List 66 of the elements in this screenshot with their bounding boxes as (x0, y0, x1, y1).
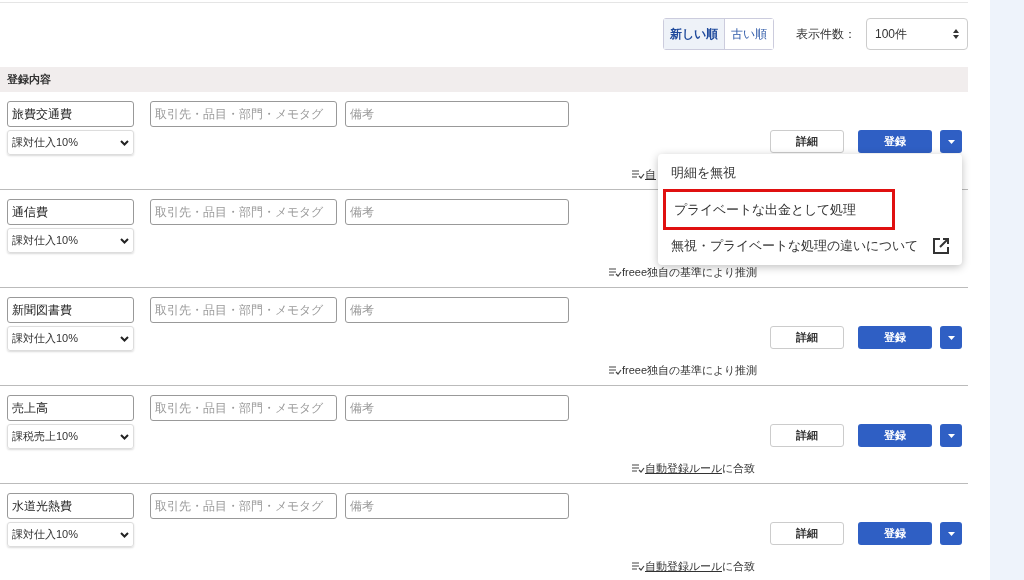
dropdown-toggle-button[interactable] (940, 130, 962, 153)
list-check-icon (632, 561, 645, 571)
memo-field[interactable]: 備考 (345, 199, 569, 225)
tax-value: 課対仕入10% (12, 331, 79, 347)
register-button[interactable]: 登録 (858, 522, 932, 545)
tax-select[interactable]: 課税売上10% (7, 424, 134, 449)
match-note: に合致 (722, 559, 755, 574)
match-note: に合致 (722, 461, 755, 476)
chevron-down-icon (120, 335, 129, 342)
rule-link[interactable]: 自動登録ルール (645, 558, 722, 575)
tax-select[interactable]: 課対仕入10% (7, 130, 134, 155)
tax-value: 課税売上10% (12, 429, 79, 445)
page-size-label: 表示件数： (796, 26, 856, 43)
register-button[interactable]: 登録 (858, 130, 932, 153)
dropdown-toggle-button[interactable] (940, 522, 962, 545)
chevron-down-icon (120, 531, 129, 538)
dropdown-toggle-button[interactable] (940, 326, 962, 349)
menu-item[interactable]: プライベートな出金として処理 (663, 189, 895, 230)
partner-field[interactable]: 取引先・品目・部門・メモタグ (150, 101, 337, 127)
updown-icon (953, 29, 959, 39)
tax-value: 課対仕入10% (12, 135, 79, 151)
caret-icon (947, 139, 955, 144)
memo-field[interactable]: 備考 (345, 101, 569, 127)
tax-value: 課対仕入10% (12, 527, 79, 543)
memo-field[interactable]: 備考 (345, 297, 569, 323)
caret-icon (947, 531, 955, 536)
tax-select[interactable]: 課対仕入10% (7, 326, 134, 351)
list-check-icon (608, 365, 622, 375)
category-field[interactable]: 通信費 (7, 199, 134, 225)
menu-item[interactable]: 明細を無視 (658, 157, 962, 189)
page-size-select[interactable]: 100件 (866, 18, 968, 50)
caret-icon (947, 335, 955, 340)
list-check-icon (608, 267, 622, 277)
chevron-down-icon (120, 139, 129, 146)
category-field[interactable]: 旅費交通費 (7, 101, 134, 127)
category-field[interactable]: 水道光熱費 (7, 493, 134, 519)
detail-button[interactable]: 詳細 (770, 424, 844, 447)
dropdown-toggle-button[interactable] (940, 424, 962, 447)
detail-button[interactable]: 詳細 (770, 326, 844, 349)
memo-field[interactable]: 備考 (345, 395, 569, 421)
list-check-icon (632, 463, 645, 473)
tax-select[interactable]: 課対仕入10% (7, 228, 134, 253)
tax-select[interactable]: 課対仕入10% (7, 522, 134, 547)
rule-link[interactable]: 自 (645, 166, 656, 183)
partner-field[interactable]: 取引先・品目・部門・メモタグ (150, 395, 337, 421)
memo-field[interactable]: 備考 (345, 493, 569, 519)
chevron-down-icon (120, 433, 129, 440)
tax-value: 課対仕入10% (12, 233, 79, 249)
detail-button[interactable]: 詳細 (770, 130, 844, 153)
partner-field[interactable]: 取引先・品目・部門・メモタグ (150, 199, 337, 225)
match-note: freee独自の基準により推測 (621, 265, 757, 280)
partner-field[interactable]: 取引先・品目・部門・メモタグ (150, 493, 337, 519)
sort-tab[interactable]: 新しい順 (664, 19, 725, 49)
category-field[interactable]: 売上高 (7, 395, 134, 421)
partner-field[interactable]: 取引先・品目・部門・メモタグ (150, 297, 337, 323)
category-field[interactable]: 新聞図書費 (7, 297, 134, 323)
register-button[interactable]: 登録 (858, 326, 932, 349)
detail-button[interactable]: 詳細 (770, 522, 844, 545)
chevron-down-icon (120, 237, 129, 244)
caret-icon (947, 433, 955, 438)
register-button[interactable]: 登録 (858, 424, 932, 447)
list-check-icon (632, 169, 645, 179)
menu-item[interactable]: 無視・プライベートな処理の違いについて (658, 230, 962, 262)
rule-link[interactable]: 自動登録ルール (645, 460, 722, 477)
table-header: 登録内容 (0, 67, 968, 92)
match-note: freee独自の基準により推測 (621, 363, 757, 378)
